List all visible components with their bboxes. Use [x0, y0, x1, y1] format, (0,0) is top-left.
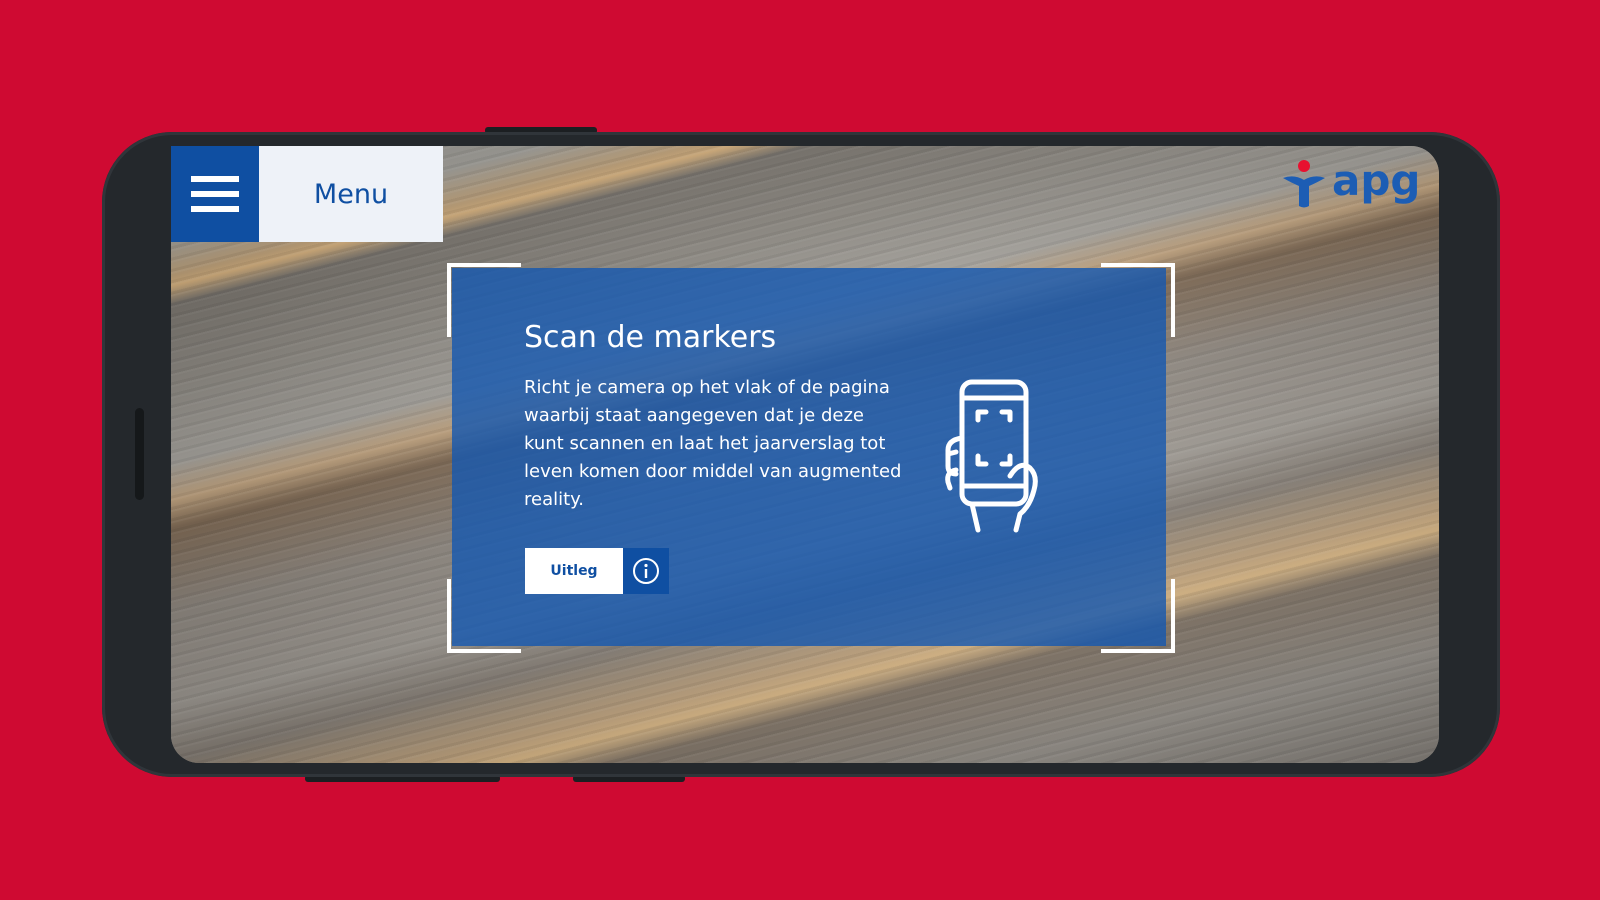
scan-frame-corner	[1101, 263, 1175, 337]
scan-frame-corner	[447, 263, 521, 337]
apg-logo-text: apg	[1332, 156, 1421, 205]
explain-button[interactable]: Uitleg	[525, 548, 623, 594]
apg-logo-figure-icon	[1283, 160, 1325, 208]
phone-speaker	[135, 408, 144, 500]
menu-label[interactable]: Menu	[259, 146, 443, 242]
scan-title: Scan de markers	[524, 320, 777, 355]
app-screenshot: Menu apg Scan de markers Richt je camera…	[0, 0, 1600, 900]
info-icon	[633, 558, 659, 584]
scan-description: Richt je camera op het vlak of de pagina…	[524, 377, 902, 510]
scan-frame-corner	[447, 579, 521, 653]
menu-button[interactable]	[171, 146, 259, 242]
hamburger-icon	[191, 176, 239, 182]
apg-logo: apg	[1280, 156, 1420, 212]
hand-phone-scan-icon	[945, 379, 1038, 533]
scan-frame-corner	[1101, 579, 1175, 653]
info-button[interactable]	[623, 548, 669, 594]
hamburger-icon	[191, 191, 239, 197]
hamburger-icon	[191, 206, 239, 212]
